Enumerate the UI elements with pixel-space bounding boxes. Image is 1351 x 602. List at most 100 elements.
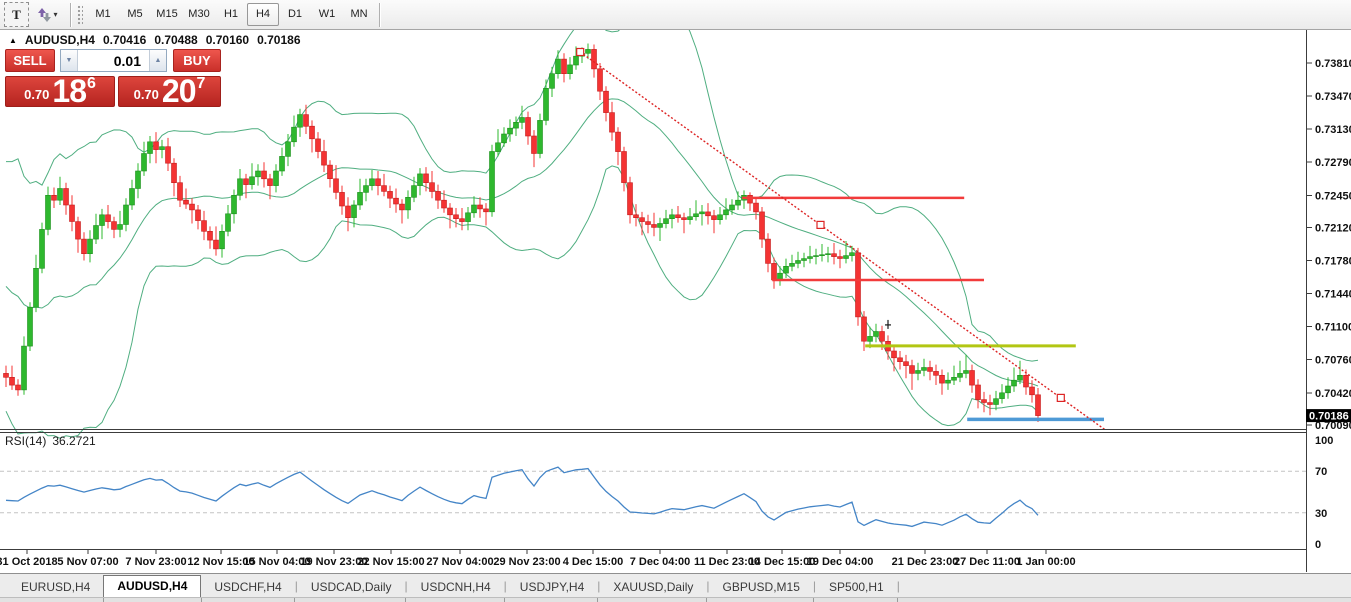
- spin-up-icon: ▲: [154, 57, 162, 64]
- toolbar-separator: [379, 2, 381, 27]
- collapse-icon[interactable]: ▲: [9, 36, 17, 45]
- sell-price-prefix: 0.70: [24, 87, 50, 102]
- timeframe-button-h1[interactable]: H1: [215, 3, 247, 26]
- rsi-axis-label: 30: [1315, 508, 1327, 520]
- time-axis[interactable]: 31 Oct 2018 5 Nov 07:00 7 Nov 23:00 12 Nov …: [0, 550, 1076, 568]
- price-axis-label: 0.73470: [1315, 91, 1351, 103]
- toolbar: T ▾ M1 M5 M15 M30 H1 H4 D1 W1 MN: [0, 0, 1351, 30]
- timeframe-button-m30[interactable]: M30: [183, 3, 215, 26]
- tab-boundary-tick: [706, 598, 707, 602]
- tab-separator: |: [896, 578, 900, 593]
- tab-xauusd-daily[interactable]: XAUUSD,Daily: [600, 577, 706, 597]
- timeframe-button-m5[interactable]: M5: [119, 3, 151, 26]
- time-axis-label: 7 Dec 04:00: [630, 556, 691, 568]
- timeframe-group: M1 M5 M15 M30 H1 H4 D1 W1 MN: [87, 3, 375, 26]
- price-axis-label: 0.72120: [1315, 222, 1351, 234]
- price-axis-label: 0.73130: [1315, 124, 1351, 136]
- price-axis-label: 0.73810: [1315, 58, 1351, 70]
- tab-usdcnh-h4[interactable]: USDCNH,H4: [408, 577, 504, 597]
- buy-price-big: 20: [161, 73, 197, 109]
- sell-button[interactable]: SELL: [5, 49, 55, 72]
- buy-button-label: BUY: [183, 53, 211, 68]
- tab-usdjpy-h4[interactable]: USDJPY,H4: [507, 577, 597, 597]
- time-axis-label: 29 Nov 23:00: [493, 556, 560, 568]
- time-axis-label: 27 Nov 04:00: [426, 556, 493, 568]
- chevron-down-icon: ▾: [53, 10, 58, 19]
- ohlc-open: 0.70416: [102, 33, 147, 47]
- buy-price-button[interactable]: 0.70 20 7: [118, 73, 221, 109]
- trendline-anchor-marker[interactable]: [576, 47, 585, 57]
- sell-button-label: SELL: [13, 53, 47, 68]
- rsi-value: 36.2721: [52, 434, 96, 448]
- sell-price-big: 18: [52, 73, 87, 109]
- text-tool-icon: T: [12, 6, 21, 22]
- tab-sp500-h1[interactable]: SP500,H1: [816, 577, 897, 597]
- ohlc-high: 0.70488: [154, 33, 198, 47]
- price-axis-label: 0.72790: [1315, 157, 1351, 169]
- tab-boundary-tick: [405, 598, 406, 602]
- chart-canvas[interactable]: 0.73810 0.73470 0.73130 0.72790 0.72450 0.721…: [0, 30, 1351, 573]
- time-axis-label: 21 Dec 23:00: [892, 556, 959, 568]
- volume-decrease-button[interactable]: ▼: [61, 50, 78, 71]
- trendline-anchor-marker[interactable]: [1056, 393, 1065, 402]
- timeframe-button-m15[interactable]: M15: [151, 3, 183, 26]
- trading-terminal-window: T ▾ M1 M5 M15 M30 H1 H4 D1 W1 MN 0.73810 0.73470 0…: [0, 0, 1351, 602]
- tab-boundary-tick: [103, 598, 104, 602]
- one-click-trading-panel: SELL ▼ 0.01 ▲ BUY 0.70 18 6 0.70 20 7: [5, 49, 221, 107]
- price-axis-label: 0.71780: [1315, 256, 1351, 268]
- buy-price-prefix: 0.70: [133, 87, 159, 102]
- chart-area: 0.73810 0.73470 0.73130 0.72790 0.72450 0.721…: [0, 30, 1351, 573]
- tab-eurusd-h4[interactable]: EURUSD,H4: [8, 577, 103, 597]
- buy-price-pip: 7: [196, 75, 206, 92]
- rsi-line: [5, 466, 1039, 528]
- ohlc-low: 0.70160: [205, 33, 250, 47]
- tab-boundary-tick: [504, 598, 505, 602]
- arrows-icon: [38, 7, 52, 22]
- timeframe-button-h4[interactable]: H4: [247, 3, 279, 26]
- tab-audusd-h4[interactable]: AUDUSD,H4: [103, 575, 202, 597]
- price-axis-label: 0.70760: [1315, 355, 1351, 367]
- tab-usdcad-daily[interactable]: USDCAD,Daily: [298, 577, 405, 597]
- time-axis-label: 5 Nov 07:00: [57, 556, 118, 568]
- tab-gbpusd-m15[interactable]: GBPUSD,M15: [710, 577, 813, 597]
- pane-borders: [0, 30, 1307, 572]
- tab-boundary-tick: [897, 598, 898, 602]
- descending-trendline[interactable]: [579, 51, 1106, 431]
- volume-increase-button[interactable]: ▲: [149, 50, 166, 71]
- time-axis-label: 22 Nov 15:00: [357, 556, 424, 568]
- rsi-pane: 100 70 30 0: [0, 435, 1333, 551]
- time-axis-label: 19 Dec 04:00: [807, 556, 874, 568]
- tab-boundary-tick: [597, 598, 598, 602]
- timeframe-button-m1[interactable]: M1: [87, 3, 119, 26]
- time-axis-label: 7 Nov 23:00: [125, 556, 186, 568]
- spin-down-icon: ▼: [65, 57, 73, 64]
- volume-stepper: ▼ 0.01 ▲: [60, 49, 167, 72]
- volume-field[interactable]: 0.01: [78, 50, 149, 71]
- timeframe-button-w1[interactable]: W1: [311, 3, 343, 26]
- price-axis-label: 0.72450: [1315, 190, 1351, 202]
- time-axis-label: 27 Dec 11:00: [954, 556, 1020, 568]
- rsi-axis-label: 0: [1315, 539, 1321, 551]
- price-axis-label: 0.70420: [1315, 388, 1351, 400]
- price-axis-label: 0.71100: [1315, 322, 1351, 334]
- chart-objects[interactable]: [576, 47, 1106, 431]
- price-axis[interactable]: 0.73810 0.73470 0.73130 0.72790 0.72450 0.721…: [1306, 58, 1351, 432]
- rsi-axis-label: 70: [1315, 466, 1327, 478]
- sell-price-button[interactable]: 0.70 18 6: [5, 73, 115, 109]
- sell-price-pip: 6: [87, 75, 96, 92]
- toolbar-grip-handle[interactable]: [77, 4, 83, 25]
- rsi-indicator-label: RSI(14) 36.2721: [5, 434, 96, 448]
- ohlc-close: 0.70186: [257, 33, 301, 47]
- rsi-name: RSI(14): [5, 434, 47, 448]
- chart-symbol-period: AUDUSD,H4: [24, 33, 95, 47]
- timeframe-button-mn[interactable]: MN: [343, 3, 375, 26]
- text-tool-button[interactable]: T: [4, 2, 29, 27]
- buy-button[interactable]: BUY: [173, 49, 221, 72]
- time-axis-label: 1 Jan 00:00: [1016, 556, 1075, 568]
- tab-boundary-tick: [813, 598, 814, 602]
- trendline-anchor-marker[interactable]: [816, 220, 825, 229]
- timeframe-button-d1[interactable]: D1: [279, 3, 311, 26]
- arrows-tool-button[interactable]: ▾: [31, 2, 65, 27]
- tab-usdchf-h4[interactable]: USDCHF,H4: [201, 577, 294, 597]
- time-axis-label: 4 Dec 15:00: [563, 556, 624, 568]
